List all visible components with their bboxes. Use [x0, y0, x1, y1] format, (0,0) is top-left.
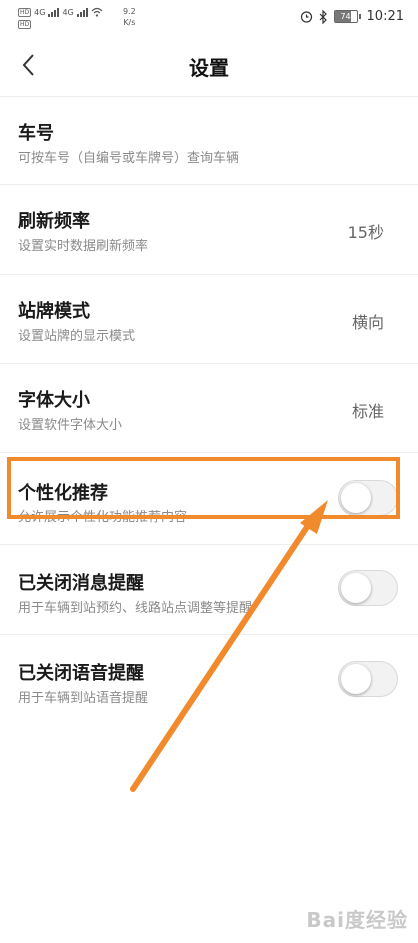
- message-reminder-toggle[interactable]: [338, 570, 398, 606]
- header: 设置: [0, 36, 418, 97]
- signal-group: HD 4G 4G HD: [18, 6, 103, 30]
- setting-value: 横向: [351, 313, 384, 332]
- setting-title: 已关闭消息提醒: [18, 573, 144, 594]
- highlight-box: [7, 457, 400, 519]
- voice-reminder-toggle[interactable]: [338, 661, 398, 697]
- battery-icon: 74: [333, 10, 361, 23]
- setting-stop-sign-mode[interactable]: 站牌模式 设置站牌的显示模式 横向: [0, 275, 418, 364]
- setting-title: 站牌模式: [18, 301, 90, 322]
- network-type: 4G: [34, 7, 46, 17]
- network-speed: 9.2 K/s: [123, 6, 136, 28]
- setting-subtitle: 用于车辆到站语音提醒: [18, 691, 149, 706]
- setting-subtitle: 设置软件字体大小: [18, 418, 123, 433]
- bluetooth-icon: [319, 9, 327, 24]
- setting-title: 字体大小: [18, 390, 90, 411]
- setting-subtitle: 可按车号（自编号或车牌号）查询车辆: [18, 151, 240, 166]
- setting-voice-reminder: 已关闭语音提醒 用于车辆到站语音提醒: [0, 635, 418, 725]
- signal-icon: [48, 7, 60, 17]
- setting-title: 车号: [18, 123, 54, 144]
- watermark: Bai度经验: [306, 908, 408, 932]
- network-type-2: 4G: [62, 7, 74, 17]
- signal-icon-2: [76, 7, 88, 17]
- speed-unit: K/s: [123, 18, 136, 27]
- setting-title: 已关闭语音提醒: [18, 663, 144, 684]
- setting-message-reminder: 已关闭消息提醒 用于车辆到站预约、线路站点调整等提醒: [0, 545, 418, 635]
- setting-vehicle-number[interactable]: 车号 可按车号（自编号或车牌号）查询车辆: [0, 97, 418, 185]
- wifi-icon: [91, 7, 103, 17]
- setting-value: 15秒: [347, 223, 384, 242]
- setting-subtitle: 用于车辆到站预约、线路站点调整等提醒: [18, 601, 253, 616]
- battery-level: 74: [340, 12, 351, 21]
- setting-refresh-rate[interactable]: 刷新频率 设置实时数据刷新频率 15秒: [0, 185, 418, 275]
- clock: 10:21: [366, 9, 404, 24]
- setting-value: 标准: [351, 402, 384, 421]
- speed-value: 9.2: [123, 7, 136, 16]
- alarm-icon: [300, 11, 312, 23]
- hd-badge-2: HD: [18, 19, 32, 29]
- page-title: 设置: [189, 56, 229, 80]
- status-right: 74 10:21: [300, 9, 404, 24]
- status-bar: HD 4G 4G HD 9.2 K/s 74 10:21: [0, 0, 418, 36]
- setting-title: 刷新频率: [18, 211, 90, 232]
- setting-font-size[interactable]: 字体大小 设置软件字体大小 标准: [0, 364, 418, 453]
- setting-subtitle: 设置站牌的显示模式: [18, 329, 136, 344]
- setting-subtitle: 设置实时数据刷新频率: [18, 239, 149, 254]
- hd-badge: HD: [18, 7, 32, 17]
